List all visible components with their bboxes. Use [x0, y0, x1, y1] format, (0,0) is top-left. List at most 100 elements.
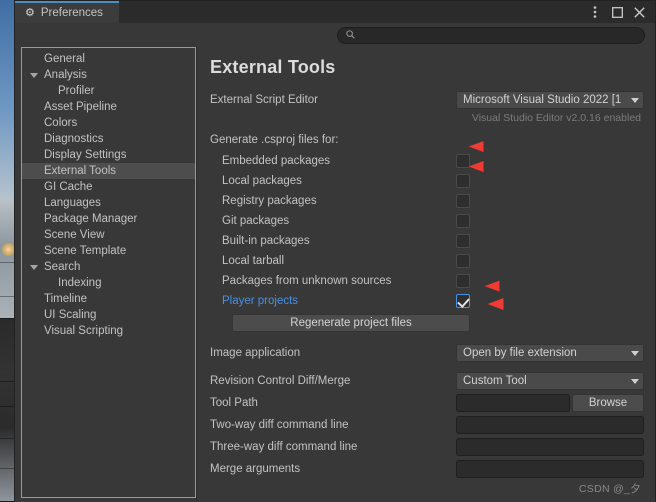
search-input[interactable]	[360, 29, 636, 41]
sidebar-item-colors[interactable]: Colors	[22, 115, 195, 131]
external-script-editor-label: External Script Editor	[208, 94, 456, 106]
tab-preferences[interactable]: ⚙ Preferences	[15, 1, 119, 23]
merge-arguments-row: Merge arguments	[208, 459, 645, 479]
tool-path-row: Tool Path Browse	[208, 393, 645, 413]
gear-icon: ⚙	[25, 8, 35, 19]
image-application-dropdown[interactable]: Open by file extension	[456, 344, 644, 362]
sidebar-item-label: External Tools	[44, 165, 116, 177]
revision-control-dropdown[interactable]: Custom Tool	[456, 372, 644, 390]
sidebar-item-label: General	[44, 53, 85, 65]
sidebar-item-label: Scene Template	[44, 245, 126, 257]
sidebar-item-profiler[interactable]: Profiler	[22, 83, 195, 99]
chevron-down-icon	[631, 379, 639, 384]
csproj-option-list: Embedded packages Local packages Registry …	[208, 151, 645, 311]
csproj-checkbox-packages-from-unknown-sources[interactable]	[456, 274, 470, 288]
external-script-editor-dropdown[interactable]: Microsoft Visual Studio 2022 [1	[456, 91, 644, 109]
tabbar-spacer	[119, 1, 585, 23]
sidebar-item-ui-scaling[interactable]: UI Scaling	[22, 307, 195, 323]
close-icon[interactable]	[629, 2, 649, 22]
sidebar-item-gi-cache[interactable]: GI Cache	[22, 179, 195, 195]
image-application-label: Image application	[208, 347, 456, 359]
external-script-editor-value: Microsoft Visual Studio 2022 [1	[463, 94, 628, 106]
browse-button[interactable]: Browse	[572, 394, 644, 412]
csproj-option-git-packages[interactable]: Git packages	[208, 211, 645, 231]
csproj-option-local-packages[interactable]: Local packages	[208, 171, 645, 191]
csproj-option-label: Player projects	[208, 295, 456, 307]
sidebar-item-analysis[interactable]: Analysis	[22, 67, 195, 83]
sidebar-item-timeline[interactable]: Timeline	[22, 291, 195, 307]
csproj-option-packages-from-unknown-sources[interactable]: Packages from unknown sources	[208, 271, 645, 291]
csproj-checkbox-embedded-packages[interactable]	[456, 154, 470, 168]
image-application-value: Open by file extension	[463, 347, 628, 359]
settings-sidebar[interactable]: General Analysis Profiler Asset Pipeline Col…	[21, 47, 196, 498]
tool-path-label: Tool Path	[208, 397, 456, 409]
sidebar-item-search[interactable]: Search	[22, 259, 195, 275]
sidebar-item-label: UI Scaling	[44, 309, 96, 321]
csproj-option-built-in-packages[interactable]: Built-in packages	[208, 231, 645, 251]
csproj-checkbox-built-in-packages[interactable]	[456, 234, 470, 248]
sidebar-item-external-tools[interactable]: External Tools	[22, 163, 195, 179]
sidebar-item-package-manager[interactable]: Package Manager	[22, 211, 195, 227]
sidebar-item-display-settings[interactable]: Display Settings	[22, 147, 195, 163]
csproj-option-registry-packages[interactable]: Registry packages	[208, 191, 645, 211]
csproj-checkbox-git-packages[interactable]	[456, 214, 470, 228]
csproj-option-player-projects[interactable]: Player projects	[208, 291, 645, 311]
chevron-down-icon	[631, 98, 639, 103]
sidebar-item-label: GI Cache	[44, 181, 93, 193]
sidebar-item-general[interactable]: General	[22, 51, 195, 67]
sidebar-item-label: Scene View	[44, 229, 105, 241]
regenerate-row: Regenerate project files	[208, 313, 645, 333]
sidebar-item-label: Analysis	[44, 69, 87, 81]
maximize-icon[interactable]	[607, 2, 627, 22]
sidebar-item-label: Profiler	[58, 85, 94, 97]
sidebar-item-scene-view[interactable]: Scene View	[22, 227, 195, 243]
two-way-diff-input[interactable]	[456, 416, 644, 434]
preferences-window: ⚙ Preferences	[14, 0, 656, 501]
panel-divider	[196, 47, 197, 502]
csproj-checkbox-player-projects[interactable]	[456, 294, 470, 308]
tab-preferences-label: Preferences	[41, 7, 103, 19]
csproj-option-embedded-packages[interactable]: Embedded packages	[208, 151, 645, 171]
sidebar-item-label: Display Settings	[44, 149, 126, 161]
search-icon	[346, 26, 355, 44]
chevron-down-icon	[631, 351, 639, 356]
script-editor-hint: Visual Studio Editor v2.0.16 enabled	[208, 112, 645, 124]
chevron-down-icon[interactable]	[30, 73, 38, 78]
sidebar-item-scene-template[interactable]: Scene Template	[22, 243, 195, 259]
csproj-option-local-tarball[interactable]: Local tarball	[208, 251, 645, 271]
two-way-diff-label: Two-way diff command line	[208, 419, 456, 431]
external-tools-panel: External Tools External Script Editor Mi…	[196, 47, 655, 502]
sidebar-item-languages[interactable]: Languages	[22, 195, 195, 211]
csproj-checkbox-local-tarball[interactable]	[456, 254, 470, 268]
regenerate-project-files-button[interactable]: Regenerate project files	[232, 314, 470, 332]
merge-arguments-input[interactable]	[456, 460, 644, 478]
sidebar-item-label: Package Manager	[44, 213, 137, 225]
csproj-option-label: Embedded packages	[208, 155, 456, 167]
sidebar-item-visual-scripting[interactable]: Visual Scripting	[22, 323, 195, 339]
search-box[interactable]	[337, 27, 645, 44]
csproj-checkbox-local-packages[interactable]	[456, 174, 470, 188]
sidebar-item-label: Asset Pipeline	[44, 101, 117, 113]
sidebar-item-diagnostics[interactable]: Diagnostics	[22, 131, 195, 147]
csproj-option-label: Local packages	[208, 175, 456, 187]
sidebar-item-indexing[interactable]: Indexing	[22, 275, 195, 291]
three-way-diff-row: Three-way diff command line	[208, 437, 645, 457]
csproj-option-label: Built-in packages	[208, 235, 456, 247]
window-body: General Analysis Profiler Asset Pipeline Col…	[15, 47, 655, 502]
chevron-down-icon[interactable]	[30, 265, 38, 270]
more-vertical-icon[interactable]	[585, 2, 605, 22]
watermark: CSDN @_夕	[579, 481, 641, 496]
csproj-section-label: Generate .csproj files for:	[210, 134, 645, 146]
csproj-checkbox-registry-packages[interactable]	[456, 194, 470, 208]
revision-control-value: Custom Tool	[463, 375, 628, 387]
spacer	[208, 335, 645, 343]
tool-path-input[interactable]	[456, 394, 570, 412]
csproj-option-label: Packages from unknown sources	[208, 275, 456, 287]
page-title: External Tools	[210, 57, 645, 78]
merge-arguments-label: Merge arguments	[208, 463, 456, 475]
sidebar-item-label: Diagnostics	[44, 133, 103, 145]
sidebar-item-label: Visual Scripting	[44, 325, 123, 337]
sidebar-item-label: Search	[44, 261, 80, 273]
sidebar-item-asset-pipeline[interactable]: Asset Pipeline	[22, 99, 195, 115]
three-way-diff-input[interactable]	[456, 438, 644, 456]
